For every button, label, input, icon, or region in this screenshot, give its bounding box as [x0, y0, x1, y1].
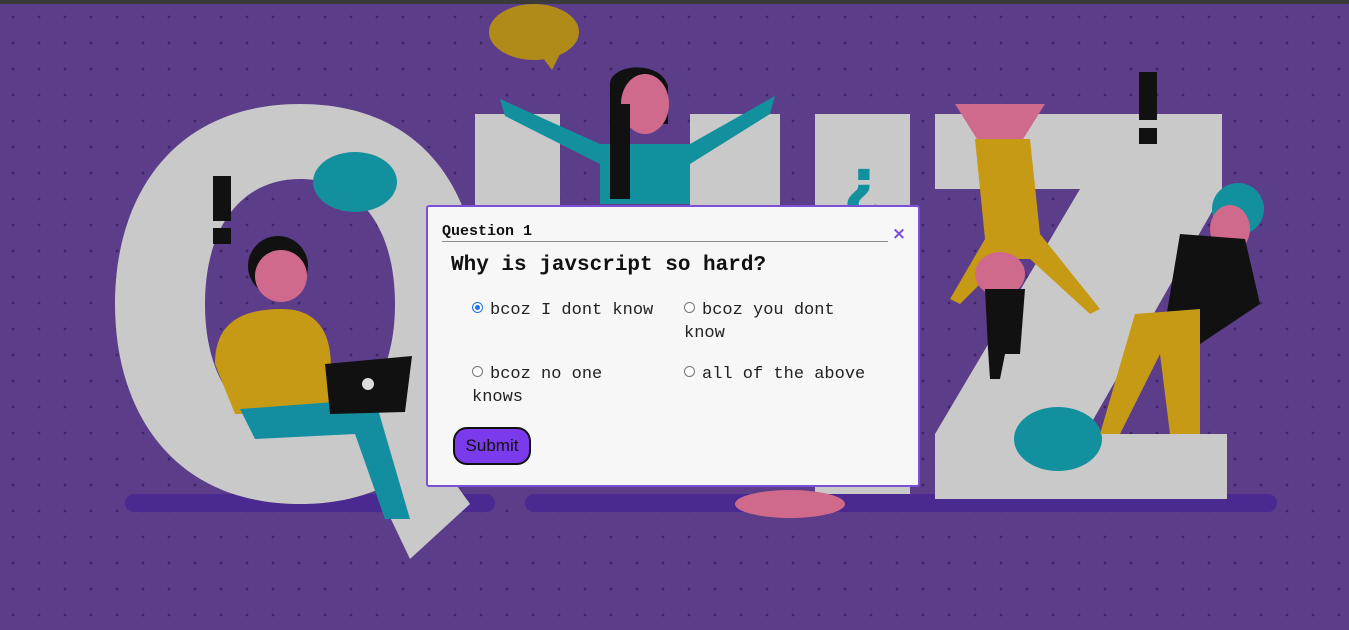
exclamation-icon [1139, 72, 1157, 120]
question-modal: Question 1 × Why is javscript so hard? b… [426, 205, 920, 487]
exclamation-dot [213, 228, 231, 244]
exclamation-dot [1139, 128, 1157, 144]
person-face [255, 250, 307, 302]
option-label: all of the above [702, 365, 866, 384]
person-hair-long [610, 104, 630, 199]
exclamation-icon [213, 176, 231, 221]
modal-header: Question 1 [442, 222, 888, 242]
question-number: Question 1 [442, 223, 533, 240]
person-feet [735, 490, 845, 518]
option-label: bcoz I dont know [490, 301, 654, 320]
option-2[interactable]: bcoz you dont know [684, 299, 874, 345]
question-text: Why is javscript so hard? [451, 254, 767, 277]
submit-button[interactable]: Submit [453, 427, 531, 465]
speech-bubble-icon [313, 152, 397, 212]
radio-button[interactable] [472, 366, 483, 377]
laptop-logo [362, 378, 374, 390]
option-3[interactable]: bcoz no one knows [472, 363, 662, 409]
option-4[interactable]: all of the above [684, 363, 874, 386]
option-1[interactable]: bcoz I dont know [472, 299, 662, 322]
speech-bubble-tail [540, 54, 560, 70]
radio-button-selected[interactable] [472, 302, 483, 313]
option-label: bcoz you dont know [684, 301, 835, 343]
speech-bubble-icon [1014, 407, 1102, 471]
radio-button[interactable] [684, 366, 695, 377]
close-icon[interactable]: × [890, 225, 908, 243]
option-label: bcoz no one knows [472, 365, 603, 407]
radio-button[interactable] [684, 302, 695, 313]
speech-bubble-icon [489, 4, 579, 60]
person-torso [215, 309, 332, 414]
